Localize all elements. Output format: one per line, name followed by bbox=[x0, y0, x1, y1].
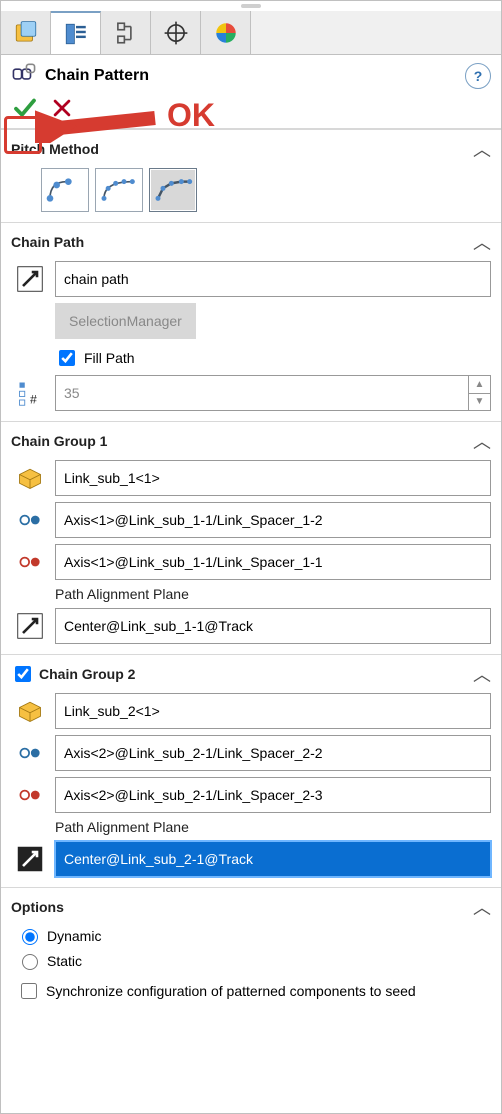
feature-title: Chain Pattern bbox=[45, 67, 149, 85]
collapse-icon: ︿ bbox=[473, 661, 491, 687]
component-icon bbox=[11, 697, 49, 725]
group2-align-field[interactable]: Center@Link_sub_2-1@Track bbox=[55, 841, 491, 877]
tab-property-manager[interactable] bbox=[51, 11, 101, 54]
path-direction-icon[interactable] bbox=[11, 265, 49, 293]
group1-component-field[interactable]: Link_sub_1<1> bbox=[55, 460, 491, 496]
section-title: Options bbox=[11, 899, 64, 915]
pitch-method-distance-linkage[interactable] bbox=[95, 168, 143, 212]
group2-align-label: Path Alignment Plane bbox=[55, 819, 491, 835]
cancel-button[interactable] bbox=[49, 95, 75, 121]
instance-count-icon: # bbox=[11, 379, 49, 407]
tab-display-manager[interactable] bbox=[201, 11, 251, 54]
pitch-link-2-icon bbox=[11, 548, 49, 576]
section-title: Chain Group 2 bbox=[39, 666, 135, 682]
section-chain-path: Chain Path ︿ chain path SelectionManager… bbox=[1, 222, 501, 421]
collapse-icon: ︿ bbox=[473, 136, 491, 162]
option-static-label: Static bbox=[47, 953, 82, 969]
section-options: Options ︿ Dynamic Static Synchronize con… bbox=[1, 887, 501, 1012]
group1-align-field[interactable]: Center@Link_sub_1-1@Track bbox=[55, 608, 491, 644]
tab-configuration-manager[interactable] bbox=[101, 11, 151, 54]
group2-link2-field[interactable]: Axis<2>@Link_sub_2-1/Link_Spacer_2-3 bbox=[55, 777, 491, 813]
option-static-radio[interactable] bbox=[22, 954, 38, 970]
instance-count-value: 35 bbox=[56, 376, 468, 410]
component-icon bbox=[11, 464, 49, 492]
selection-manager-button: SelectionManager bbox=[55, 303, 196, 339]
pitch-link-1-icon bbox=[11, 506, 49, 534]
help-icon: ? bbox=[474, 68, 483, 84]
panel-grip[interactable] bbox=[1, 1, 501, 11]
tab-dimxpert-manager[interactable] bbox=[151, 11, 201, 54]
section-pitch-method: Pitch Method ︿ bbox=[1, 129, 501, 222]
alignment-plane-icon[interactable] bbox=[11, 845, 49, 873]
section-title: Chain Path bbox=[11, 234, 84, 250]
manager-tabstrip bbox=[1, 11, 501, 55]
section-header-options[interactable]: Options ︿ bbox=[11, 894, 491, 920]
option-sync-row[interactable]: Synchronize configuration of patterned c… bbox=[17, 980, 491, 1002]
section-title: Pitch Method bbox=[11, 141, 99, 157]
group1-link2-field[interactable]: Axis<1>@Link_sub_1-1/Link_Spacer_1-1 bbox=[55, 544, 491, 580]
collapse-icon: ︿ bbox=[473, 229, 491, 255]
pitch-method-connected-linkage[interactable] bbox=[149, 168, 197, 212]
feature-title-row: Chain Pattern ? bbox=[1, 55, 501, 94]
collapse-icon: ︿ bbox=[473, 894, 491, 920]
collapse-icon: ︿ bbox=[473, 428, 491, 454]
ok-cancel-row bbox=[1, 94, 501, 129]
group1-align-label: Path Alignment Plane bbox=[55, 586, 491, 602]
fill-path-checkbox[interactable] bbox=[59, 350, 75, 366]
alignment-plane-icon[interactable] bbox=[11, 612, 49, 640]
option-dynamic-radio[interactable] bbox=[22, 929, 38, 945]
option-sync-checkbox[interactable] bbox=[21, 983, 37, 999]
option-sync-label: Synchronize configuration of patterned c… bbox=[46, 983, 416, 999]
group2-link1-field[interactable]: Axis<2>@Link_sub_2-1/Link_Spacer_2-2 bbox=[55, 735, 491, 771]
option-dynamic-label: Dynamic bbox=[47, 928, 101, 944]
option-static-row[interactable]: Static bbox=[17, 951, 491, 970]
instance-count-field[interactable]: 35 ▲ ▼ bbox=[55, 375, 491, 411]
group1-link1-field[interactable]: Axis<1>@Link_sub_1-1/Link_Spacer_1-2 bbox=[55, 502, 491, 538]
section-header-chain-path[interactable]: Chain Path ︿ bbox=[11, 229, 491, 255]
section-title: Chain Group 1 bbox=[11, 433, 107, 449]
section-header-chain-group-1[interactable]: Chain Group 1 ︿ bbox=[11, 428, 491, 454]
pitch-link-1-icon bbox=[11, 739, 49, 767]
spinner-buttons: ▲ ▼ bbox=[468, 376, 490, 410]
pitch-method-distance[interactable] bbox=[41, 168, 89, 212]
fill-path-label: Fill Path bbox=[84, 350, 135, 366]
group2-component-field[interactable]: Link_sub_2<1> bbox=[55, 693, 491, 729]
section-header-chain-group-2[interactable]: Chain Group 2 ︿ bbox=[11, 661, 491, 687]
spinner-down[interactable]: ▼ bbox=[469, 394, 490, 411]
pitch-link-2-icon bbox=[11, 781, 49, 809]
help-button[interactable]: ? bbox=[465, 63, 491, 89]
fill-path-row[interactable]: Fill Path bbox=[55, 347, 491, 369]
section-chain-group-1: Chain Group 1 ︿ Link_sub_1<1> Axis<1>@Li… bbox=[1, 421, 501, 654]
chain-path-field[interactable]: chain path bbox=[55, 261, 491, 297]
tab-feature-manager[interactable] bbox=[1, 11, 51, 54]
svg-text:#: # bbox=[30, 393, 37, 407]
property-manager-panel: Chain Pattern ? OK Pitch Method ︿ bbox=[0, 0, 502, 1114]
option-dynamic-row[interactable]: Dynamic bbox=[17, 926, 491, 945]
section-header-pitch-method[interactable]: Pitch Method ︿ bbox=[11, 136, 491, 162]
ok-button[interactable] bbox=[11, 94, 39, 122]
chain-group-2-enable-checkbox[interactable] bbox=[15, 666, 31, 682]
chain-pattern-icon bbox=[11, 61, 37, 90]
section-chain-group-2: Chain Group 2 ︿ Link_sub_2<1> Axis<2>@Li… bbox=[1, 654, 501, 887]
spinner-up[interactable]: ▲ bbox=[469, 376, 490, 394]
